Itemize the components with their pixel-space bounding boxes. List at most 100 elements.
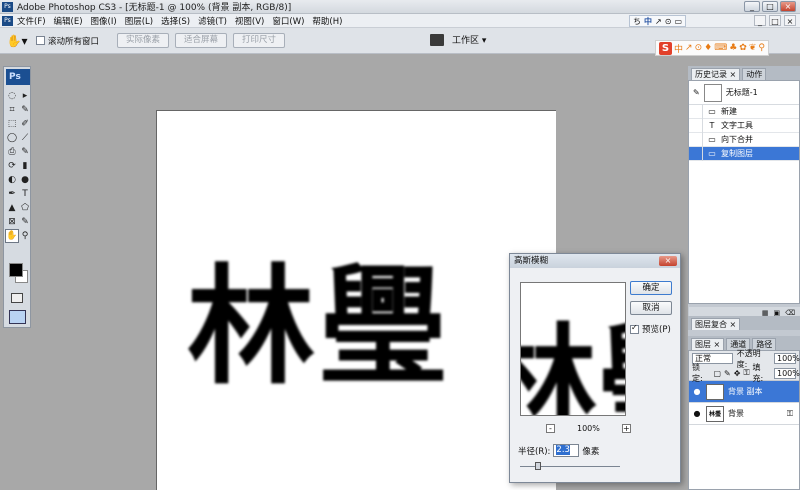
eye-icon[interactable]: ●: [692, 409, 702, 418]
sogou-punct-icon[interactable]: ↗: [685, 43, 693, 53]
maximize-button[interactable]: □: [762, 1, 778, 12]
ime-keyboard-icon[interactable]: ▭: [674, 17, 682, 26]
marquee-tool-icon[interactable]: ◌: [6, 90, 18, 102]
radius-slider-thumb[interactable]: [535, 462, 541, 470]
zoom-out-button[interactable]: -: [546, 424, 555, 433]
dodge-tool-icon[interactable]: ●: [19, 174, 31, 186]
ime-mode-icon[interactable]: ち: [633, 16, 641, 27]
eraser-tool-icon[interactable]: ⟳: [6, 160, 18, 172]
lock-transparency-icon[interactable]: ▢: [713, 369, 721, 378]
preview-checkbox-box[interactable]: [630, 323, 639, 334]
slice-tool-icon[interactable]: ✐: [19, 118, 31, 130]
doc-minimize-button[interactable]: _: [754, 15, 766, 26]
layer-row-selected[interactable]: ● 林璺 背景 副本: [689, 381, 799, 403]
history-source-marker[interactable]: [689, 132, 703, 147]
eyedropper-tool-icon[interactable]: ✎: [19, 216, 31, 228]
workspace-label[interactable]: 工作区 ▾: [452, 33, 486, 46]
ok-button[interactable]: 确定: [630, 281, 672, 295]
menu-edit[interactable]: 编辑(E): [54, 15, 83, 27]
zoom-in-button[interactable]: +: [621, 424, 631, 433]
screen-mode-icon[interactable]: [9, 310, 26, 324]
lasso-tool-icon[interactable]: ⌗: [6, 104, 18, 116]
tab-layer-comps[interactable]: 图层复合 ×: [691, 318, 741, 330]
ime-chinese-toggle[interactable]: 中: [644, 16, 652, 27]
dialog-close-button[interactable]: ×: [659, 256, 677, 266]
radius-input[interactable]: 2.3: [553, 444, 580, 457]
sogou-tool-icon[interactable]: ♣: [729, 43, 737, 53]
ime-width-icon[interactable]: ⊙: [665, 17, 672, 26]
shape-tool-icon[interactable]: ⬠: [19, 202, 31, 214]
tab-actions[interactable]: 动作: [742, 68, 767, 80]
checkbox-box[interactable]: [36, 36, 45, 45]
path-selection-tool-icon[interactable]: ▲: [6, 202, 18, 214]
snapshot-brush-icon: ✎: [693, 88, 700, 97]
preview-checkbox[interactable]: 预览(P): [630, 323, 671, 335]
sogou-search-icon[interactable]: ⚲: [758, 43, 765, 53]
magic-wand-tool-icon[interactable]: ✎: [19, 104, 31, 116]
menu-view[interactable]: 视图(V): [235, 15, 264, 27]
cancel-button[interactable]: 取消: [630, 301, 672, 315]
fit-screen-button[interactable]: 适合屏幕: [175, 33, 228, 48]
close-button[interactable]: ×: [780, 1, 796, 12]
sogou-width-icon[interactable]: ⊙: [695, 43, 703, 53]
history-row[interactable]: ▭ 新建: [689, 104, 799, 119]
notes-tool-icon[interactable]: ⊠: [6, 216, 18, 228]
hand-tool-icon[interactable]: ✋: [5, 229, 19, 243]
history-row[interactable]: T 文字工具: [689, 118, 799, 133]
history-source-marker[interactable]: [689, 118, 703, 133]
zoom-tool-icon[interactable]: ⚲: [19, 230, 31, 242]
type-tool-icon[interactable]: T: [19, 188, 31, 200]
sogou-keyboard-icon[interactable]: ⌨: [714, 43, 727, 53]
history-brush-tool-icon[interactable]: ✎: [19, 146, 31, 158]
sogou-logo-icon[interactable]: S: [659, 41, 672, 55]
tab-history[interactable]: 历史记录 ×: [691, 68, 741, 80]
lock-position-icon[interactable]: ✥: [734, 369, 741, 378]
crop-tool-icon[interactable]: ⬚: [6, 118, 18, 130]
history-row-selected[interactable]: ▭ 复制图层: [689, 146, 799, 161]
sogou-skin-icon[interactable]: ✿: [739, 43, 747, 53]
actual-pixels-button[interactable]: 实际像素: [117, 33, 170, 48]
menu-image[interactable]: 图像(I): [91, 15, 117, 27]
blur-tool-icon[interactable]: ◐: [6, 174, 18, 186]
history-source-marker[interactable]: [689, 146, 703, 161]
sogou-chinese-toggle[interactable]: 中: [674, 42, 683, 55]
gradient-tool-icon[interactable]: ▮: [19, 160, 31, 172]
menu-select[interactable]: 选择(S): [161, 15, 190, 27]
move-tool-icon[interactable]: ▸: [19, 90, 31, 102]
tab-layers[interactable]: 图层 ×: [691, 338, 725, 350]
scroll-all-windows-checkbox[interactable]: 滚动所有窗口: [36, 35, 99, 47]
fill-input[interactable]: 100%: [774, 367, 800, 379]
menu-layer[interactable]: 图层(L): [125, 15, 153, 27]
sogou-menu-icon[interactable]: ❦: [749, 43, 757, 53]
doc-close-button[interactable]: ×: [784, 15, 796, 26]
history-source-marker[interactable]: [689, 104, 703, 119]
opacity-input[interactable]: 100%: [774, 353, 800, 364]
workspace-menu[interactable]: 工作区 ▾: [430, 33, 486, 46]
lock-image-icon[interactable]: ✎: [724, 369, 731, 378]
foreground-color-swatch[interactable]: [9, 263, 23, 277]
menu-file[interactable]: 文件(F): [17, 15, 46, 27]
brush-tool-icon[interactable]: ⟋: [19, 132, 31, 144]
menu-filter[interactable]: 滤镜(T): [198, 15, 227, 27]
ime-punct-icon[interactable]: ↗: [655, 17, 662, 26]
quick-mask-icon[interactable]: [11, 293, 23, 303]
history-row[interactable]: ▭ 向下合并: [689, 132, 799, 147]
layer-row[interactable]: ● 林璺 背景 ⚿: [689, 403, 799, 425]
doc-restore-button[interactable]: □: [769, 15, 781, 26]
document-canvas[interactable]: 林璺: [156, 110, 556, 490]
palette-well-icon[interactable]: [430, 33, 444, 46]
sogou-mic-icon[interactable]: ♦: [704, 43, 712, 53]
menu-help[interactable]: 帮助(H): [312, 15, 342, 27]
pen-tool-icon[interactable]: ✒: [6, 188, 18, 200]
right-panel-dock: 历史记录 × 动作 ✎ 无标题-1 ▭ 新建 T 文字工具 ▭ 向下合并 ▭ 复…: [688, 66, 800, 490]
history-snapshot[interactable]: ✎ 无标题-1: [689, 81, 799, 105]
eye-icon[interactable]: ●: [692, 387, 702, 396]
hand-icon[interactable]: ✋▾: [6, 32, 28, 50]
print-size-button[interactable]: 打印尺寸: [233, 33, 286, 48]
minimize-button[interactable]: _: [744, 1, 760, 12]
blur-preview[interactable]: 林璺: [520, 282, 626, 416]
menu-window[interactable]: 窗口(W): [272, 15, 304, 27]
clone-stamp-tool-icon[interactable]: ⎙: [6, 146, 18, 158]
healing-brush-tool-icon[interactable]: ◯: [6, 132, 18, 144]
lock-all-icon[interactable]: ⚿: [743, 368, 749, 378]
